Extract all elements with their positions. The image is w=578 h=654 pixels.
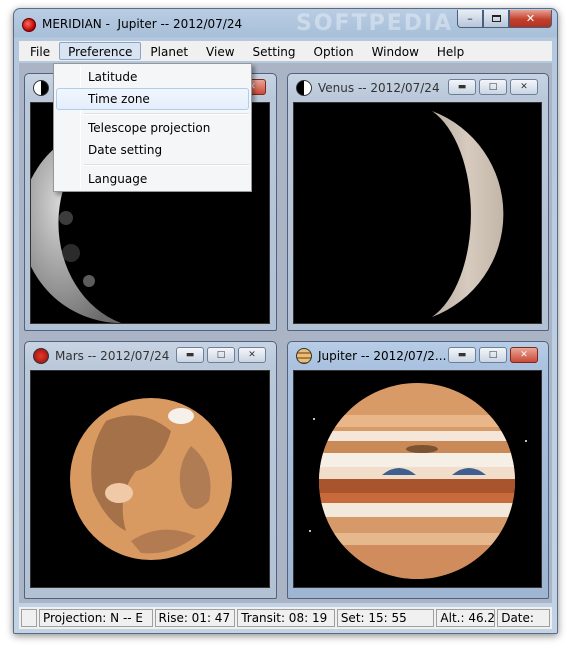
mars-icon (33, 348, 49, 364)
minimize-icon: ▬ (457, 350, 467, 360)
venus-image (432, 111, 504, 317)
venus-viewport[interactable] (293, 102, 542, 324)
jupiter-window[interactable]: Jupiter -- 2012/07/2... ▬ □ ✕ (287, 341, 549, 599)
status-projection: Projection: N -- E (38, 609, 153, 627)
restore-icon: □ (488, 350, 498, 360)
minimize-button[interactable]: – (457, 10, 483, 28)
close-button[interactable]: ✕ (509, 10, 552, 28)
venus-window-title: Venus -- 2012/07/24 (318, 81, 440, 95)
preference-dropdown-menu: Latitude Time zone Telescope projection … (53, 63, 252, 192)
status-bar: Projection: N -- E Rise: 01: 47 Transit:… (19, 607, 552, 629)
menu-separator (84, 113, 249, 115)
softpedia-watermark: SOFTPEDIA (296, 11, 454, 36)
venus-minimize-button[interactable]: ▬ (448, 79, 476, 95)
venus-icon (296, 80, 312, 96)
mars-minimize-button[interactable]: ▬ (176, 347, 204, 363)
close-icon: ✕ (525, 12, 536, 25)
meridian-app-icon[interactable] (22, 18, 36, 32)
menu-view[interactable]: View (197, 42, 243, 60)
menu-item-date-setting[interactable]: Date setting (56, 139, 249, 161)
venus-restore-button[interactable]: □ (479, 79, 507, 95)
jupiter-window-title: Jupiter -- 2012/07/2... (318, 349, 447, 363)
venus-window[interactable]: Venus -- 2012/07/24 ▬ □ ✕ (287, 73, 549, 331)
menu-separator (84, 164, 249, 166)
minimize-icon: ▬ (185, 350, 195, 360)
jupiter-viewport[interactable] (293, 370, 542, 588)
jupiter-close-button[interactable]: ✕ (510, 347, 538, 363)
menu-bar: File Preference Planet View Setting Opti… (19, 41, 552, 61)
minimize-icon: ▬ (457, 82, 467, 92)
mars-window-title: Mars -- 2012/07/24 (55, 349, 170, 363)
menu-file[interactable]: File (21, 42, 59, 60)
menu-option[interactable]: Option (305, 42, 363, 60)
close-icon: ✕ (520, 82, 528, 92)
menu-setting[interactable]: Setting (244, 42, 305, 60)
menu-item-time-zone[interactable]: Time zone (56, 88, 249, 110)
status-date: Date: (497, 609, 551, 627)
venus-close-button[interactable]: ✕ (510, 79, 538, 95)
menu-item-latitude[interactable]: Latitude (56, 66, 249, 88)
status-spacer (21, 609, 37, 627)
mars-close-button[interactable]: ✕ (238, 347, 266, 363)
status-rise: Rise: 01: 47 (154, 609, 236, 627)
status-set: Set: 15: 55 (336, 609, 435, 627)
maximize-icon (491, 15, 501, 22)
mars-restore-button[interactable]: □ (207, 347, 235, 363)
menu-window[interactable]: Window (363, 42, 428, 60)
restore-icon: □ (216, 350, 226, 360)
title-bar[interactable]: MERIDIAN - Jupiter -- 2012/07/24 SOFTPED… (14, 9, 557, 39)
menu-planet[interactable]: Planet (141, 42, 197, 60)
menu-item-telescope-projection[interactable]: Telescope projection (56, 117, 249, 139)
menu-preference[interactable]: Preference (59, 42, 142, 60)
jupiter-icon (296, 348, 312, 364)
mars-image (70, 398, 232, 560)
window-title: MERIDIAN - Jupiter -- 2012/07/24 (42, 17, 243, 31)
jupiter-minimize-button[interactable]: ▬ (448, 347, 476, 363)
restore-icon: □ (488, 82, 498, 92)
jupiter-image (309, 383, 527, 579)
moon-icon (33, 80, 49, 96)
maximize-button[interactable] (483, 10, 509, 28)
status-transit: Transit: 08: 19 (237, 609, 335, 627)
mars-window[interactable]: Mars -- 2012/07/24 ▬ □ ✕ (24, 341, 277, 599)
close-icon: ✕ (520, 350, 528, 360)
close-icon: ✕ (248, 350, 256, 360)
mars-viewport[interactable] (30, 370, 270, 588)
menu-item-language[interactable]: Language (56, 168, 249, 190)
menu-help[interactable]: Help (428, 42, 473, 60)
minimize-icon: – (467, 12, 473, 25)
jupiter-restore-button[interactable]: □ (479, 347, 507, 363)
status-altitude: Alt.: 46.25 (436, 609, 496, 627)
